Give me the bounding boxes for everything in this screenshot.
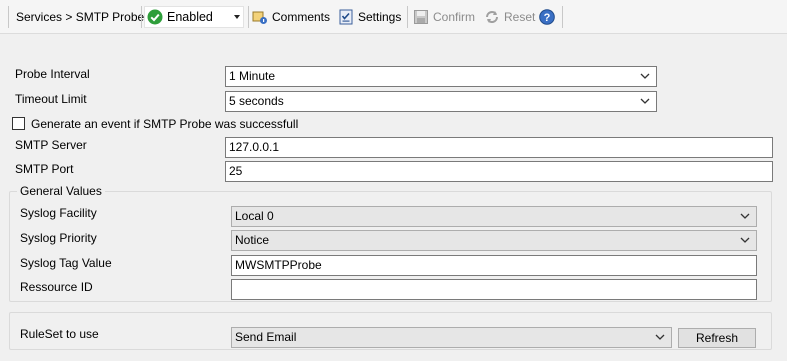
chevron-down-icon [234,15,240,19]
general-values-title: General Values [17,184,105,198]
svg-text:?: ? [544,12,551,24]
smtp-server-input[interactable]: 127.0.0.1 [225,137,773,158]
resource-id-label: Ressource ID [20,280,93,294]
syslog-priority-label: Syslog Priority [20,231,97,245]
breadcrumb: Services > SMTP Probe [16,10,145,24]
smtp-port-input[interactable]: 25 [225,161,773,182]
toolbar-separator [562,6,563,28]
comments-button[interactable]: Comments [252,0,330,34]
chevron-down-icon [640,73,650,79]
smtp-port-value: 25 [229,164,243,178]
probe-interval-value: 1 Minute [229,69,276,83]
toolbar-separator [141,6,142,28]
smtp-server-value: 127.0.0.1 [229,140,280,154]
toolbar: Services > SMTP Probe Enabled Comments S… [0,0,787,34]
chevron-down-icon [640,98,650,104]
confirm-label: Confirm [433,10,476,24]
save-disk-icon [414,10,428,24]
probe-interval-label: Probe Interval [15,67,90,81]
toolbar-grip [8,6,9,28]
chevron-down-icon [740,237,750,243]
probe-interval-select[interactable]: 1 Minute [225,66,657,87]
status-select[interactable]: Enabled [144,6,244,28]
help-button[interactable]: ? [539,9,555,25]
confirm-button[interactable]: Confirm [413,0,475,34]
syslog-priority-select[interactable]: Notice [231,230,757,251]
reset-label: Reset [504,10,536,24]
syslog-facility-label: Syslog Facility [20,206,97,220]
refresh-button[interactable]: Refresh [678,328,756,348]
ruleset-value: Send Email [235,330,297,344]
comments-label: Comments [272,10,331,24]
chevron-down-icon [655,334,665,340]
syslog-priority-value: Notice [235,233,270,247]
reset-arrows-icon [486,11,498,23]
event-on-success-label: Generate an event if SMTP Probe was succ… [31,117,299,131]
syslog-facility-value: Local 0 [235,209,274,223]
timeout-limit-value: 5 seconds [229,94,284,108]
timeout-limit-label: Timeout Limit [15,92,87,106]
ruleset-select[interactable]: Send Email [231,327,672,348]
timeout-limit-select[interactable]: 5 seconds [225,91,657,112]
toolbar-separator [407,6,408,28]
reset-button[interactable]: Reset [484,0,535,34]
help-icon: ? [539,9,555,25]
settings-label: Settings [358,10,402,24]
smtp-port-label: SMTP Port [15,162,74,176]
chevron-down-icon [740,213,750,219]
comments-icon [252,11,267,24]
smtp-server-label: SMTP Server [15,138,87,152]
event-on-success-checkbox[interactable] [12,117,25,130]
syslog-facility-select[interactable]: Local 0 [231,206,757,227]
status-value: Enabled [167,10,213,24]
settings-button[interactable]: Settings [338,0,401,34]
ruleset-label: RuleSet to use [20,327,99,341]
syslog-tag-value: MWSMTPProbe [235,258,322,272]
resource-id-input[interactable] [231,279,757,300]
toolbar-separator [248,6,249,28]
syslog-tag-input[interactable]: MWSMTPProbe [231,255,757,276]
syslog-tag-label: Syslog Tag Value [20,256,112,270]
enabled-check-icon [147,9,163,25]
settings-checklist-icon [339,9,353,25]
